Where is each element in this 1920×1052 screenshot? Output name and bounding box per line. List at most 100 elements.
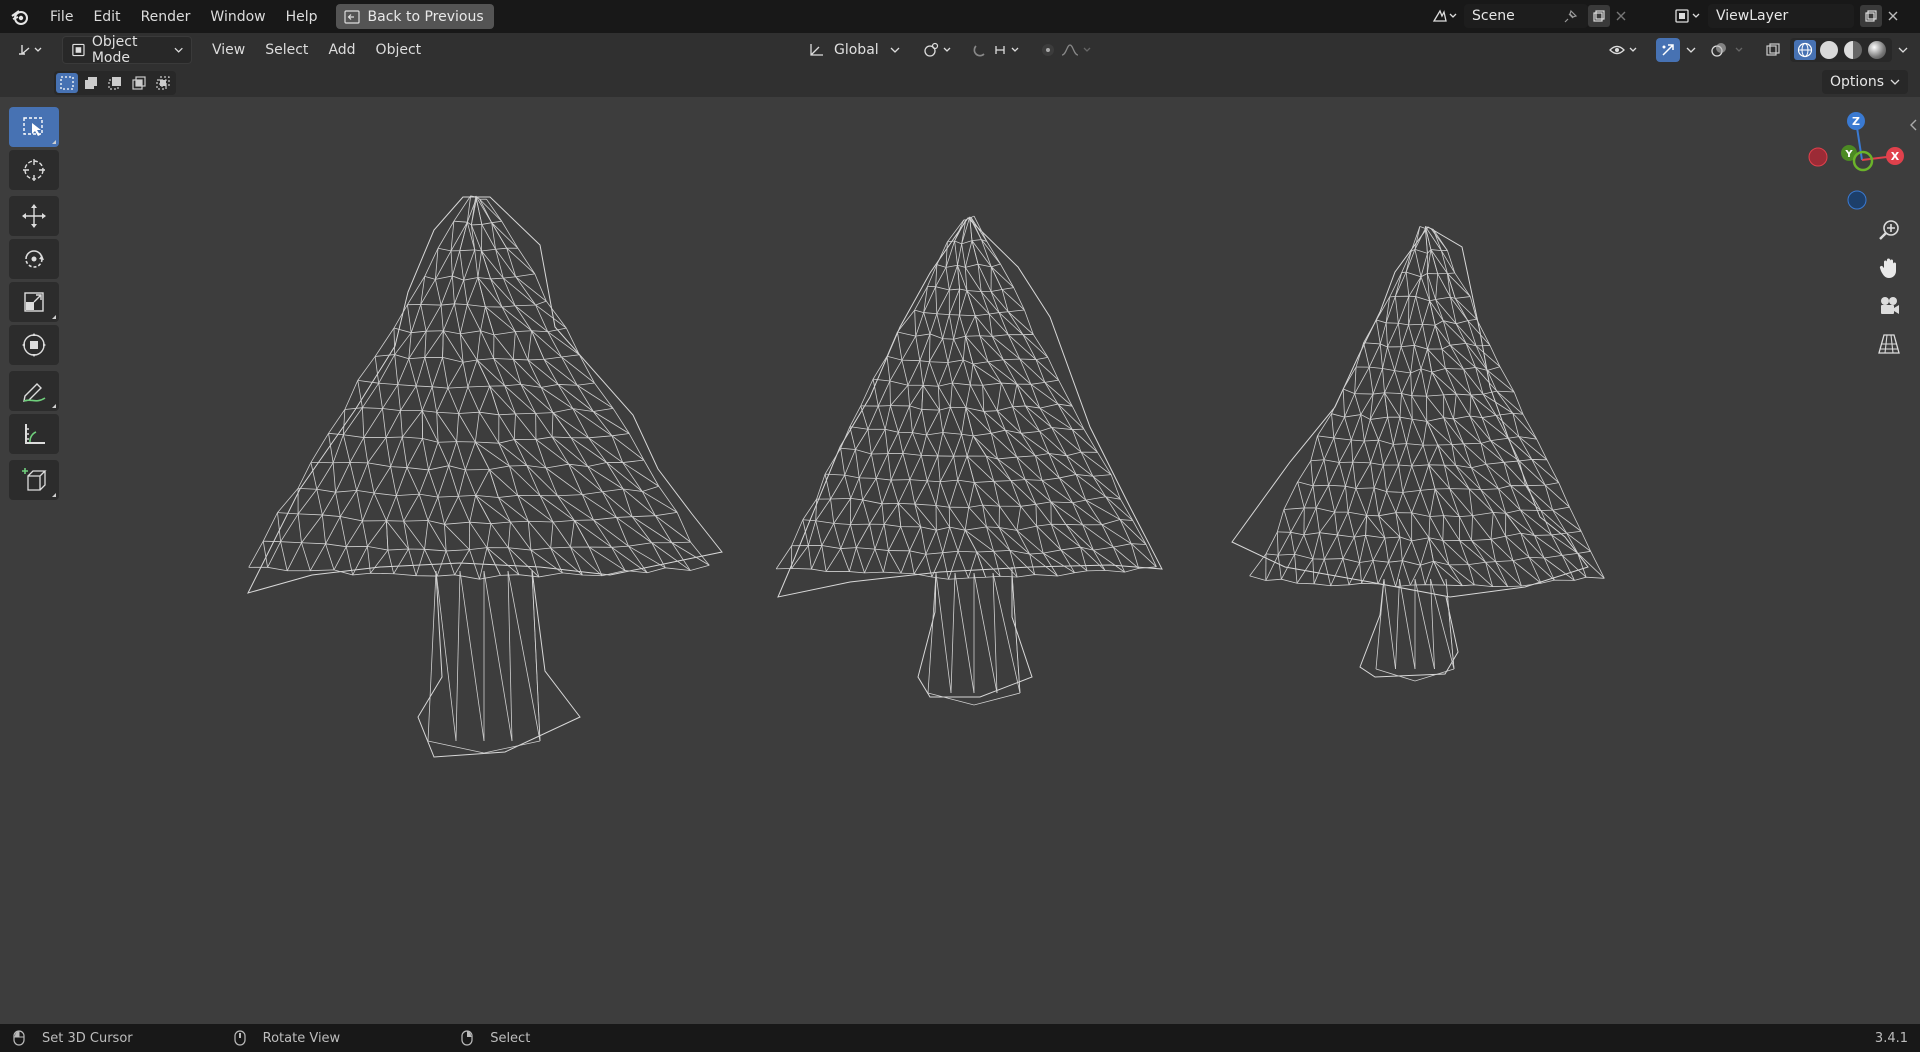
select-new-button[interactable] <box>56 73 78 93</box>
transform-tool[interactable] <box>9 325 59 365</box>
select-difference-icon <box>132 76 146 90</box>
solid-shading-button[interactable] <box>1818 40 1840 60</box>
x-axis-label: X <box>1891 150 1900 163</box>
xray-toggle-icon[interactable] <box>1762 39 1784 61</box>
gizmo-icon <box>1662 44 1674 56</box>
menu-help[interactable]: Help <box>276 9 328 25</box>
select-intersect-button[interactable] <box>152 73 174 93</box>
sidebar-toggle-icon[interactable] <box>1908 118 1918 132</box>
scale-tool[interactable] <box>9 282 59 322</box>
rendered-shading-button[interactable] <box>1866 40 1888 60</box>
proportional-editing-icon <box>1042 44 1091 56</box>
select-intersect-icon <box>156 76 170 90</box>
visibility-dropdown[interactable] <box>1600 37 1650 63</box>
menu-file[interactable]: File <box>40 9 83 25</box>
pivot-icon <box>924 42 951 57</box>
select-extend-button[interactable] <box>80 73 102 93</box>
wireframe-shading-button[interactable] <box>1794 40 1816 60</box>
status-bar: Set 3D Cursor Rotate View Select 3.4.1 <box>0 1024 1920 1052</box>
options-dropdown[interactable]: Options <box>1821 70 1908 94</box>
select-box-icon <box>23 117 43 136</box>
view-layer-name-field[interactable]: ViewLayer <box>1708 4 1854 28</box>
selection-mode-group <box>54 71 176 95</box>
pivot-point-dropdown[interactable] <box>914 37 964 63</box>
menu-object[interactable]: Object <box>366 42 432 58</box>
chevron-down-icon[interactable] <box>1686 46 1696 54</box>
neg-x-axis-handle[interactable] <box>1808 147 1828 167</box>
zoom-view-button[interactable] <box>1872 213 1906 247</box>
tree-right <box>1231 226 1605 682</box>
neg-z-axis-handle[interactable] <box>1847 190 1867 210</box>
grid-perspective-icon <box>1878 334 1900 354</box>
scene-selector: Scene <box>1428 4 1632 28</box>
material-shading-button[interactable] <box>1842 40 1864 60</box>
measure-icon <box>25 424 45 444</box>
object-mode-label: Object Mode <box>91 34 138 66</box>
select-subtract-button[interactable] <box>104 73 126 93</box>
gizmo-toggle-button[interactable] <box>1656 38 1680 62</box>
cursor-icon <box>23 159 45 181</box>
tool-settings-row: Options <box>0 67 1920 97</box>
status-left-hint: Set 3D Cursor <box>12 1029 133 1047</box>
blender-logo-icon[interactable] <box>0 8 40 26</box>
transform-icon <box>22 333 46 357</box>
status-left-text: Set 3D Cursor <box>42 1030 133 1046</box>
menu-select[interactable]: Select <box>255 42 318 58</box>
overlays-dropdown[interactable] <box>1702 37 1756 63</box>
menu-window[interactable]: Window <box>200 9 275 25</box>
overlays-icon <box>1711 43 1743 57</box>
editor-type-dropdown[interactable] <box>8 37 54 63</box>
move-icon <box>22 204 46 228</box>
new-scene-icon[interactable] <box>1588 5 1610 27</box>
view-layer-name: ViewLayer <box>1716 8 1789 24</box>
new-view-layer-icon[interactable] <box>1860 5 1882 27</box>
rotate-tool[interactable] <box>9 239 59 279</box>
view-layer-icon[interactable] <box>1672 5 1704 27</box>
status-middle-text: Rotate View <box>262 1030 341 1046</box>
transform-orientation-dropdown[interactable]: Global <box>800 37 908 63</box>
back-to-previous-button[interactable]: Back to Previous <box>335 4 494 29</box>
shading-mode-group <box>1790 38 1892 62</box>
menu-edit[interactable]: Edit <box>83 9 130 25</box>
tree-middle <box>775 215 1163 706</box>
proportional-editing-toggle[interactable] <box>1032 37 1104 63</box>
camera-view-button[interactable] <box>1872 289 1906 323</box>
hand-icon <box>1879 258 1896 278</box>
neg-y-axis-handle[interactable] <box>1852 150 1874 172</box>
pan-view-button[interactable] <box>1872 251 1906 285</box>
mouse-middle-icon <box>234 1030 246 1046</box>
menu-render[interactable]: Render <box>131 9 201 25</box>
perspective-toggle-button[interactable] <box>1872 327 1906 361</box>
measure-tool[interactable] <box>9 414 59 454</box>
select-difference-button[interactable] <box>128 73 150 93</box>
delete-view-layer-icon[interactable] <box>1882 5 1904 27</box>
navigation-gizmo[interactable]: Z X Y <box>1800 108 1910 218</box>
status-right-text: Select <box>490 1030 531 1046</box>
add-cube-tool[interactable] <box>9 460 59 500</box>
mouse-left-icon <box>13 1030 25 1046</box>
annotate-tool[interactable] <box>9 371 59 411</box>
chevron-down-icon[interactable] <box>1898 46 1908 54</box>
orientation-label: Global <box>834 42 879 58</box>
object-mode-dropdown[interactable]: Object Mode <box>62 34 192 66</box>
screen-back-icon <box>343 9 360 24</box>
editor-type-icon <box>19 45 42 55</box>
status-middle-hint: Rotate View <box>233 1029 341 1047</box>
zoom-icon <box>1879 220 1899 240</box>
scale-icon <box>24 292 44 312</box>
camera-icon <box>1881 297 1899 314</box>
chevron-down-icon <box>174 47 183 53</box>
select-box-tool[interactable] <box>9 107 59 147</box>
menu-view[interactable]: View <box>202 42 255 58</box>
rotate-icon <box>25 250 44 268</box>
cursor-tool[interactable] <box>9 150 59 190</box>
pin-icon[interactable] <box>1560 5 1582 27</box>
3d-viewport[interactable]: Z X Y <box>0 97 1920 1024</box>
wireframe-trees <box>247 195 1605 758</box>
delete-scene-icon[interactable] <box>1610 5 1632 27</box>
scene-icon[interactable] <box>1428 5 1460 27</box>
snap-toggle[interactable] <box>964 37 1032 63</box>
move-tool[interactable] <box>9 196 59 236</box>
menu-add[interactable]: Add <box>318 42 365 58</box>
scene-name: Scene <box>1472 8 1515 24</box>
